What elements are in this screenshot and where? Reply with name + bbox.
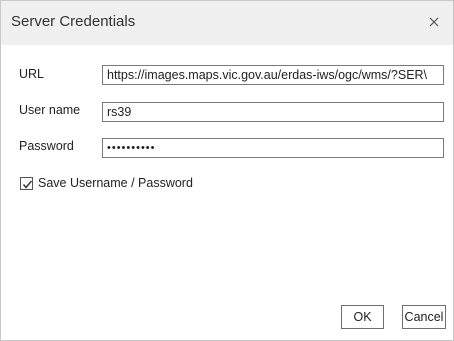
- username-input[interactable]: rs39: [102, 102, 444, 122]
- dialog-title: Server Credentials: [11, 13, 136, 30]
- username-label: User name: [19, 103, 81, 117]
- url-input[interactable]: https://images.maps.vic.gov.au/erdas-iws…: [102, 65, 444, 85]
- save-credentials-label: Save Username / Password: [38, 176, 193, 190]
- save-credentials-checkbox[interactable]: [20, 176, 33, 190]
- close-icon[interactable]: [427, 15, 441, 29]
- dialog-titlebar: Server Credentials: [1, 1, 453, 45]
- save-credentials-row[interactable]: Save Username / Password: [20, 176, 193, 190]
- password-label: Password: [19, 139, 74, 153]
- ok-button[interactable]: OK: [341, 305, 384, 329]
- checkmark-icon: [22, 180, 33, 189]
- cancel-button[interactable]: Cancel: [402, 305, 446, 329]
- server-credentials-dialog: Server Credentials URL https://images.ma…: [0, 0, 454, 341]
- url-label: URL: [19, 67, 45, 81]
- password-input[interactable]: ••••••••••: [102, 138, 444, 158]
